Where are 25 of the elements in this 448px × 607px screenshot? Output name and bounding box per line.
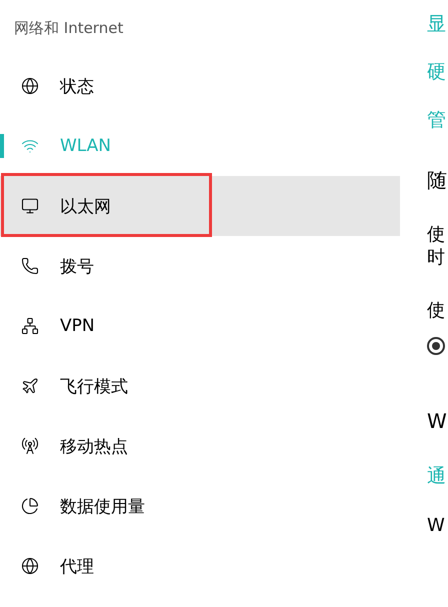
section-heading: W <box>427 408 447 435</box>
page-title: 网络和 Internet <box>14 18 124 38</box>
globe-icon <box>21 77 39 95</box>
pie-chart-icon <box>21 497 39 515</box>
phone-icon <box>21 257 39 275</box>
monitor-icon <box>21 197 39 215</box>
antenna-icon <box>21 437 39 455</box>
globe-icon <box>21 557 39 575</box>
section-heading: 随 <box>427 167 447 194</box>
description-text: 使 <box>427 223 446 246</box>
nav-item[interactable]: 数据使用量 <box>0 476 400 536</box>
nav-item[interactable]: 飞行模式 <box>0 356 400 416</box>
nav-item[interactable]: VPN <box>0 296 400 356</box>
airplane-icon <box>21 377 39 395</box>
option-label: 使 <box>427 299 446 322</box>
selection-indicator <box>0 134 4 158</box>
network-icon <box>21 317 39 335</box>
nav-item[interactable]: 拨号 <box>0 236 400 296</box>
radio-button[interactable] <box>427 337 445 355</box>
nav-item[interactable]: 状态 <box>0 56 400 116</box>
description-text: 时 <box>427 246 446 269</box>
nav-item[interactable]: 代理 <box>0 536 400 596</box>
description-text: W <box>427 514 446 537</box>
nav-item[interactable]: 移动热点 <box>0 416 400 476</box>
nav-item[interactable]: 以太网 <box>0 176 400 236</box>
